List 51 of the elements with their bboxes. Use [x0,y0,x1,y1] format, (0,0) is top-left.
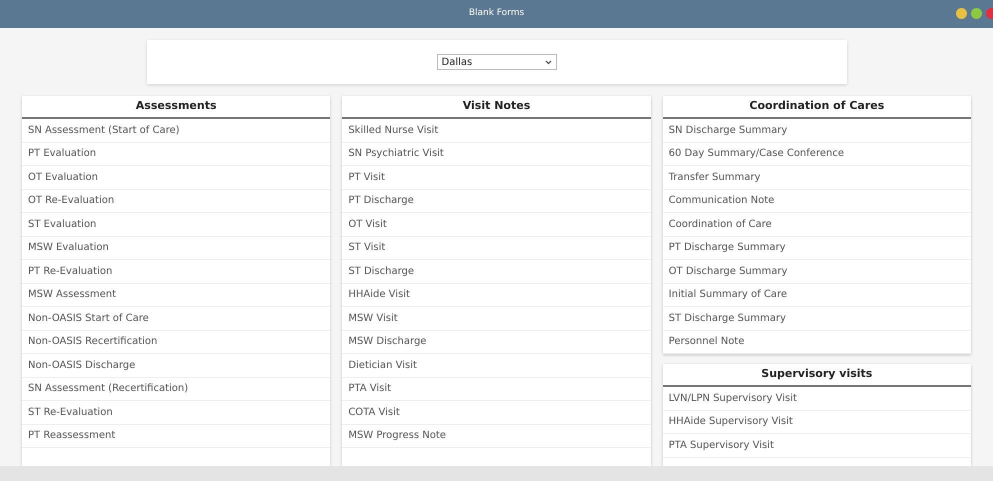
form-link[interactable]: ST Discharge [342,260,651,284]
form-link[interactable]: SN Assessment (Recertification) [22,378,330,401]
form-link[interactable]: HHAide Visit [342,284,651,307]
form-link[interactable]: SN Psychiatric Visit [342,142,651,166]
form-link[interactable]: PT Discharge [342,190,651,213]
card-header: Supervisory visits [662,364,971,387]
form-link[interactable]: OT Visit [342,213,651,236]
form-link[interactable]: Communication Note [662,190,971,213]
form-link[interactable]: COTA Visit [342,401,651,424]
form-link[interactable]: OT Re-Evaluation [22,190,330,213]
form-link[interactable]: ST Discharge Summary [662,307,971,330]
form-link[interactable]: ST Re-Evaluation [22,401,330,424]
card-header: Coordination of Cares [662,96,971,119]
card-header: Visit Notes [342,96,651,119]
form-link[interactable]: PT Evaluation [22,142,330,166]
card-header: Assessments [22,96,330,119]
location-dropdown[interactable]: Dallas [436,54,556,70]
form-link[interactable]: Initial Summary of Care [662,284,971,307]
form-link[interactable]: OT Discharge Summary [662,260,971,284]
form-link[interactable]: SN Discharge Summary [662,119,971,142]
form-link[interactable]: PTA Supervisory Visit [662,434,971,458]
form-link[interactable]: PT Reassessment [22,424,330,448]
form-link[interactable]: Dietician Visit [342,354,651,378]
form-link[interactable]: PT Re-Evaluation [22,260,330,284]
form-link[interactable]: Non-OASIS Discharge [22,354,330,378]
form-link[interactable]: Skilled Nurse Visit [342,119,651,142]
form-link[interactable]: MSW Assessment [22,284,330,307]
form-link[interactable]: MSW Evaluation [22,236,330,260]
form-link[interactable]: Non-OASIS Recertification [22,330,330,354]
form-link[interactable]: LVN/LPN Supervisory Visit [662,387,971,410]
chevron-down-icon [544,60,552,64]
form-link[interactable]: 60 Day Summary/Case Conference [662,142,971,166]
form-link[interactable]: ST Evaluation [22,213,330,236]
form-link[interactable]: MSW Visit [342,307,651,330]
close-icon[interactable] [986,8,993,19]
form-link[interactable]: Transfer Summary [662,166,971,190]
form-link[interactable]: OT Evaluation [22,166,330,190]
maximize-icon[interactable] [971,8,982,19]
form-link[interactable]: ST Visit [342,236,651,260]
form-link[interactable]: Personnel Note [662,330,971,354]
form-link[interactable]: PTA Visit [342,378,651,401]
form-link[interactable]: Non-OASIS Start of Care [22,307,330,330]
form-link[interactable]: SN Assessment (Start of Care) [22,119,330,142]
form-link[interactable]: HHAide Supervisory Visit [662,410,971,434]
form-link[interactable]: PT Visit [342,166,651,190]
form-link[interactable]: MSW Progress Note [342,424,651,448]
form-link[interactable]: MSW Discharge [342,330,651,354]
minimize-icon[interactable] [956,8,967,19]
form-link[interactable]: Coordination of Care [662,213,971,236]
window-title: Blank Forms [468,7,524,20]
form-link[interactable]: PT Discharge Summary [662,236,971,260]
